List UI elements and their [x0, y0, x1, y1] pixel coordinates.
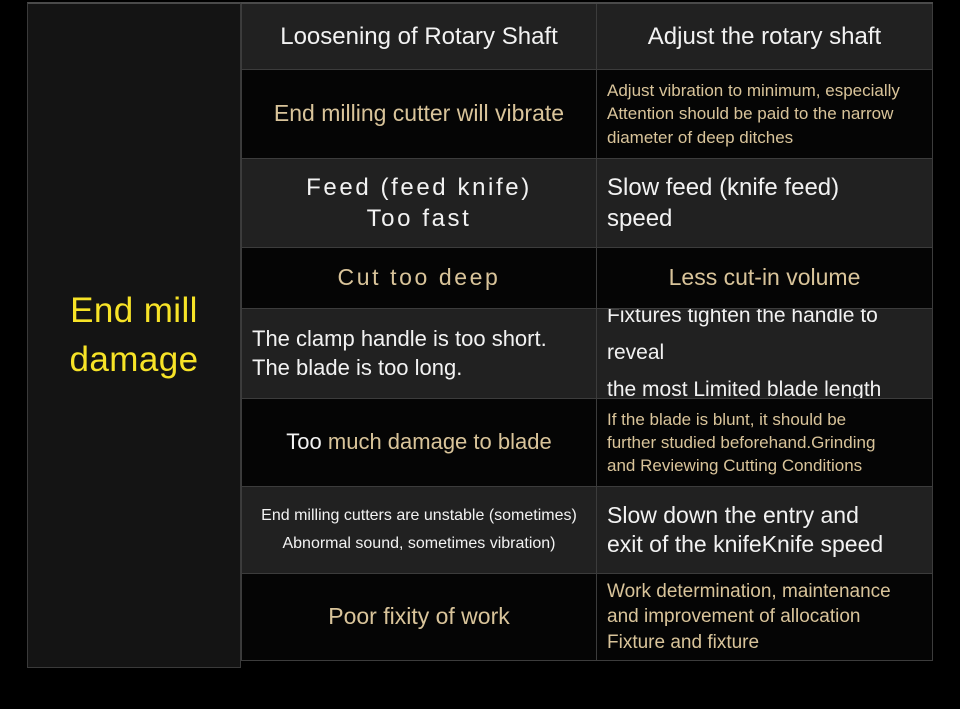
table-row: End milling cutter will vibrate Adjust v…	[241, 69, 933, 159]
table-row: Poor fixity of work Work determination, …	[241, 573, 933, 661]
cause-text: Too much damage to blade	[252, 428, 586, 457]
cause-cell: Poor fixity of work	[241, 574, 597, 660]
slide-root: End mill damage Loosening of Rotary Shaf…	[0, 0, 960, 709]
cause-cell: Loosening of Rotary Shaft	[241, 4, 597, 69]
table-row: Too much damage to blade If the blade is…	[241, 398, 933, 487]
action-cell: Work determination, maintenance and impr…	[597, 574, 933, 660]
action-cell: Slow down the entry and exit of the knif…	[597, 487, 933, 573]
cause-text: End milling cutters are unstable (someti…	[261, 507, 577, 552]
cause-text-rest: much damage to blade	[321, 429, 552, 455]
cause-text-prefix: Too	[286, 429, 322, 455]
category-column: End mill damage	[27, 2, 241, 668]
action-text: Less cut-in volume	[668, 264, 861, 291]
cause-text: Cut too deep	[337, 264, 501, 291]
action-cell: Adjust the rotary shaft	[597, 4, 933, 69]
action-text: Work determination, maintenance and impr…	[607, 581, 891, 653]
rows-container: Loosening of Rotary Shaft Adjust the rot…	[241, 2, 933, 668]
cause-cell: Too much damage to blade	[241, 399, 597, 486]
action-cell: Adjust vibration to minimum, especially …	[597, 70, 933, 158]
cause-cell: Feed (feed knife) Too fast	[241, 159, 597, 247]
action-cell: If the blade is blunt, it should be furt…	[597, 399, 933, 486]
table-row: Feed (feed knife) Too fast Slow feed (kn…	[241, 158, 933, 248]
table-row: Cut too deep Less cut-in volume	[241, 247, 933, 309]
action-text: Adjust vibration to minimum, especially …	[607, 81, 900, 147]
table-row: End milling cutters are unstable (someti…	[241, 486, 933, 574]
action-text: If the blade is blunt, it should be furt…	[607, 409, 876, 476]
action-text: Slow down the entry and exit of the knif…	[607, 501, 884, 557]
action-text: Slow feed (knife feed) speed	[607, 173, 840, 232]
action-text: Fixtures tighten the handle to reveal th…	[607, 309, 882, 398]
troubleshooting-table: End mill damage Loosening of Rotary Shaf…	[27, 2, 933, 668]
cause-text: The clamp handle is too short. The blade…	[252, 325, 547, 380]
action-cell: Slow feed (knife feed) speed	[597, 159, 933, 247]
table-row: The clamp handle is too short. The blade…	[241, 308, 933, 399]
table-row: Loosening of Rotary Shaft Adjust the rot…	[241, 2, 933, 70]
action-cell: Less cut-in volume	[597, 248, 933, 308]
cause-text: Loosening of Rotary Shaft	[280, 22, 558, 50]
cause-text: Poor fixity of work	[328, 603, 510, 630]
cause-cell: The clamp handle is too short. The blade…	[241, 309, 597, 398]
cause-cell: Cut too deep	[241, 248, 597, 308]
cause-text: Feed (feed knife) Too fast	[306, 173, 532, 232]
category-title: End mill damage	[69, 291, 199, 379]
action-text: Adjust the rotary shaft	[647, 22, 882, 50]
action-cell: Fixtures tighten the handle to reveal th…	[597, 309, 933, 398]
cause-cell: End milling cutters are unstable (someti…	[241, 487, 597, 573]
cause-cell: End milling cutter will vibrate	[241, 70, 597, 158]
cause-text: End milling cutter will vibrate	[273, 100, 565, 127]
